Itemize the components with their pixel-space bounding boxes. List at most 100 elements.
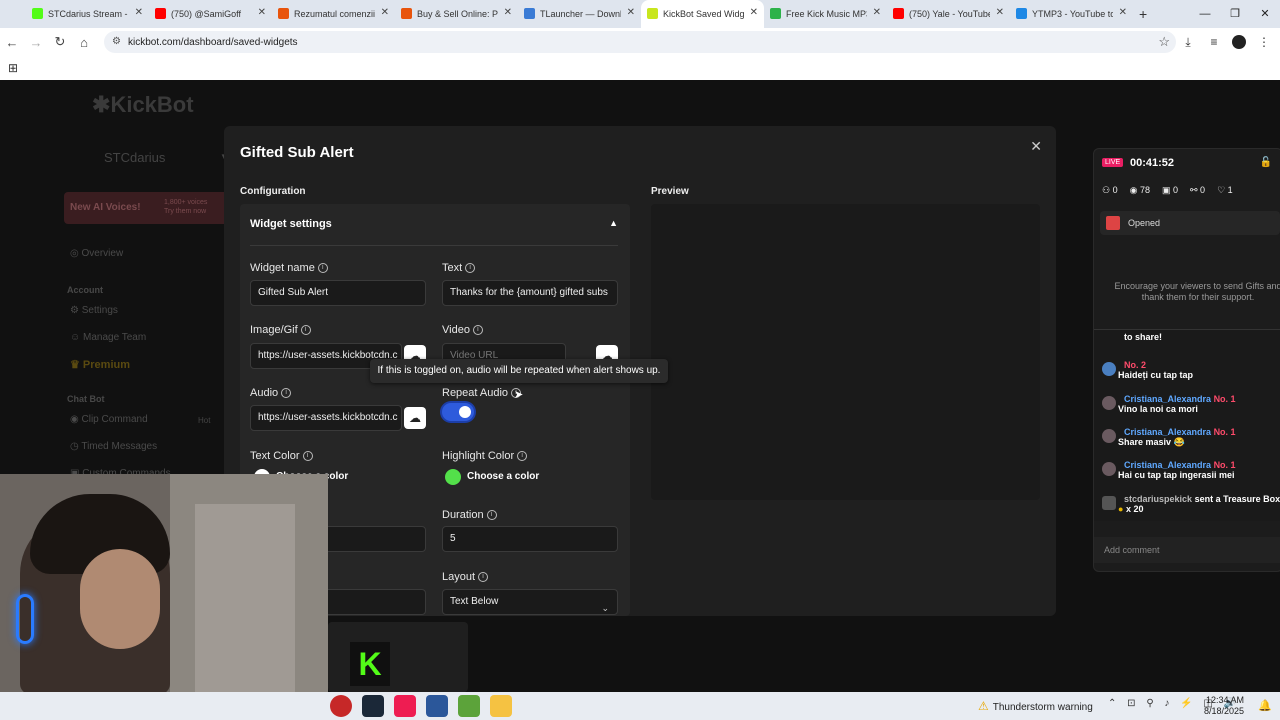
browser-tab[interactable]: Rezumatul comenzii ✕ [272,0,395,28]
home-icon[interactable]: ⌂ [72,35,96,50]
channel-selector[interactable]: STCdarius [104,150,165,165]
address-bar-row: ← → ↻ ⌂ ⚙ kickbot.com/dashboard/saved-wi… [0,28,1280,56]
section-chatbot: Chat Bot [67,394,105,404]
reload-icon[interactable]: ↻ [48,34,72,50]
apps-grid-icon[interactable]: ⊞ [8,61,18,75]
info-icon[interactable]: i [465,263,476,274]
text-input[interactable]: Thanks for the {amount} gifted subs [442,280,618,306]
browser-tab[interactable]: (750) @SamiGoff ✕ [149,0,272,28]
upload-cloud-icon[interactable]: ☁ [404,407,426,429]
new-tab-button[interactable]: + [1139,6,1147,22]
preview-area [651,204,1040,500]
restore-icon[interactable]: ❐ [1220,0,1250,28]
chat-gift-event: stcdariuspekick sent a Treasure Box ● x … [1102,494,1280,514]
close-tab-icon[interactable]: ✕ [504,7,512,18]
sidebar-item-timed-messages[interactable]: ◷ Timed Messages [70,441,157,452]
ytmp3-favicon-icon [1016,8,1027,19]
media-control-icon[interactable]: ≡ [1206,35,1222,49]
widget-settings-toggle[interactable]: Widget settings [250,218,332,230]
tlauncher-favicon-icon [524,8,535,19]
chat-message: Cristiana_Alexandra No. 1 Share masiv 😂 [1102,427,1236,448]
info-icon[interactable]: i [478,572,489,583]
configuration-header: Configuration [240,186,306,197]
live-timer: 00:41:52 [1130,157,1175,169]
live-chat-panel: LIVE 00:41:52 🔓 ⚇ 0 ◉ 78 ▣ 0 ⚯ 0 ♡ 1 Ope… [1093,148,1280,572]
highlight-color-swatch[interactable] [445,469,461,485]
viewers-stat: ◉ 78 [1129,185,1150,195]
info-icon[interactable]: i [517,451,528,462]
info-icon[interactable]: i [302,451,313,462]
browser-tab[interactable]: TLauncher — Downlo ✕ [518,0,641,28]
minimize-icon[interactable]: — [1190,0,1220,28]
close-tab-icon[interactable]: ✕ [996,7,1004,18]
chat-message: Cristiana_Alexandra No. 1 Hai cu tap tap… [1102,460,1236,480]
weather-alert[interactable]: ⚠ Thunderstorm warning [978,699,1093,713]
hot-badge: Hot [198,416,211,425]
close-tab-icon[interactable]: ✕ [1119,7,1127,18]
browser-tab[interactable]: YTMP3 - YouTube to ✕ [1010,0,1133,28]
treasure-opened-row[interactable]: Opened [1100,211,1280,235]
sidebar-item-clip-command[interactable]: ◉ Clip Command [70,414,148,425]
layout-select[interactable]: Text Below ⌄ [442,589,618,615]
close-icon[interactable]: ✕ [1030,138,1042,155]
browser-tab[interactable]: STCdarius Stream - V ✕ [26,0,149,28]
file-explorer-icon[interactable] [490,695,512,717]
close-tab-icon[interactable]: ✕ [627,7,635,18]
stats-row: ⚇ 0 ◉ 78 ▣ 0 ⚯ 0 ♡ 1 [1102,185,1233,196]
info-icon[interactable]: i [472,325,483,336]
info-icon[interactable]: i [486,510,497,521]
sidebar-item-overview[interactable]: ◎ Overview [70,248,123,259]
add-comment-input[interactable]: Add comment [1094,537,1280,563]
browser-tab[interactable]: (750) Yale - YouTube ✕ [887,0,1010,28]
sidebar-item-manage-team[interactable]: ☺ Manage Team [70,332,146,343]
app-icon[interactable] [330,695,352,717]
close-tab-icon[interactable]: ✕ [135,7,143,18]
browser-tab-bar: STCdarius Stream - V ✕ (750) @SamiGoff ✕ R… [0,0,1280,28]
preview-header: Preview [651,186,689,197]
gift-icon [1102,496,1116,510]
steam-icon[interactable] [362,695,384,717]
forward-icon[interactable]: → [24,35,48,50]
audio-label: Audio i [250,387,292,399]
back-icon[interactable]: ← [0,35,24,50]
info-icon[interactable]: i [317,263,328,274]
duration-input[interactable]: 5 [442,526,618,552]
highlight-color-choose[interactable]: Choose a color [467,471,539,482]
info-icon[interactable]: i [300,325,311,336]
headphones-glow [16,594,34,644]
chevron-up-icon[interactable]: ▲ [609,218,618,228]
window-controls: — ❐ ✕ [1190,0,1280,28]
sidebar-item-settings[interactable]: ⚙ Settings [70,305,118,316]
ai-voices-banner[interactable]: New AI Voices! 1,800+ voices Try them now [64,192,234,224]
minecraft-icon[interactable] [458,695,480,717]
widget-name-input[interactable]: Gifted Sub Alert [250,280,426,306]
repeat-audio-toggle[interactable] [442,403,474,421]
site-info-icon[interactable]: ⚙ [112,36,121,47]
menu-kebab-icon[interactable]: ⋮ [1256,35,1272,49]
lock-icon[interactable]: 🔓 [1260,157,1272,168]
store-icon[interactable] [426,695,448,717]
close-window-icon[interactable]: ✕ [1250,0,1280,28]
url-input[interactable]: ⚙ kickbot.com/dashboard/saved-widgets ☆ [104,31,1176,53]
likes-stat: ♡ 1 [1217,185,1233,195]
close-tab-icon[interactable]: ✕ [873,7,881,18]
bookmark-star-icon[interactable]: ☆ [1158,34,1170,50]
taskbar-clock[interactable]: 12:34 AM 8/18/2025 [1204,695,1244,717]
kickbot-favicon-icon [647,8,658,19]
avatar [1102,462,1116,476]
info-icon[interactable]: i [281,388,292,399]
chat-fragment: to share! [1124,332,1163,342]
notification-bell-icon[interactable]: 🔔 [1258,699,1272,712]
close-tab-icon[interactable]: ✕ [750,7,758,18]
browser-tab-active[interactable]: KickBot Saved Widge ✕ [641,0,764,28]
chevron-down-icon: ⌄ [601,603,609,613]
sidebar-item-premium[interactable]: ♛ Premium [70,358,130,371]
browser-tab[interactable]: Free Kick Music MP3 ✕ [764,0,887,28]
close-tab-icon[interactable]: ✕ [258,7,266,18]
audio-url-input[interactable]: https://user-assets.kickbotcdn.c [250,405,402,431]
tiktok-icon[interactable] [394,695,416,717]
download-icon[interactable]: ⤓ [1180,35,1196,50]
browser-tab[interactable]: Buy & Sell Online: PC ✕ [395,0,518,28]
profile-avatar[interactable] [1232,35,1246,49]
close-tab-icon[interactable]: ✕ [381,7,389,18]
